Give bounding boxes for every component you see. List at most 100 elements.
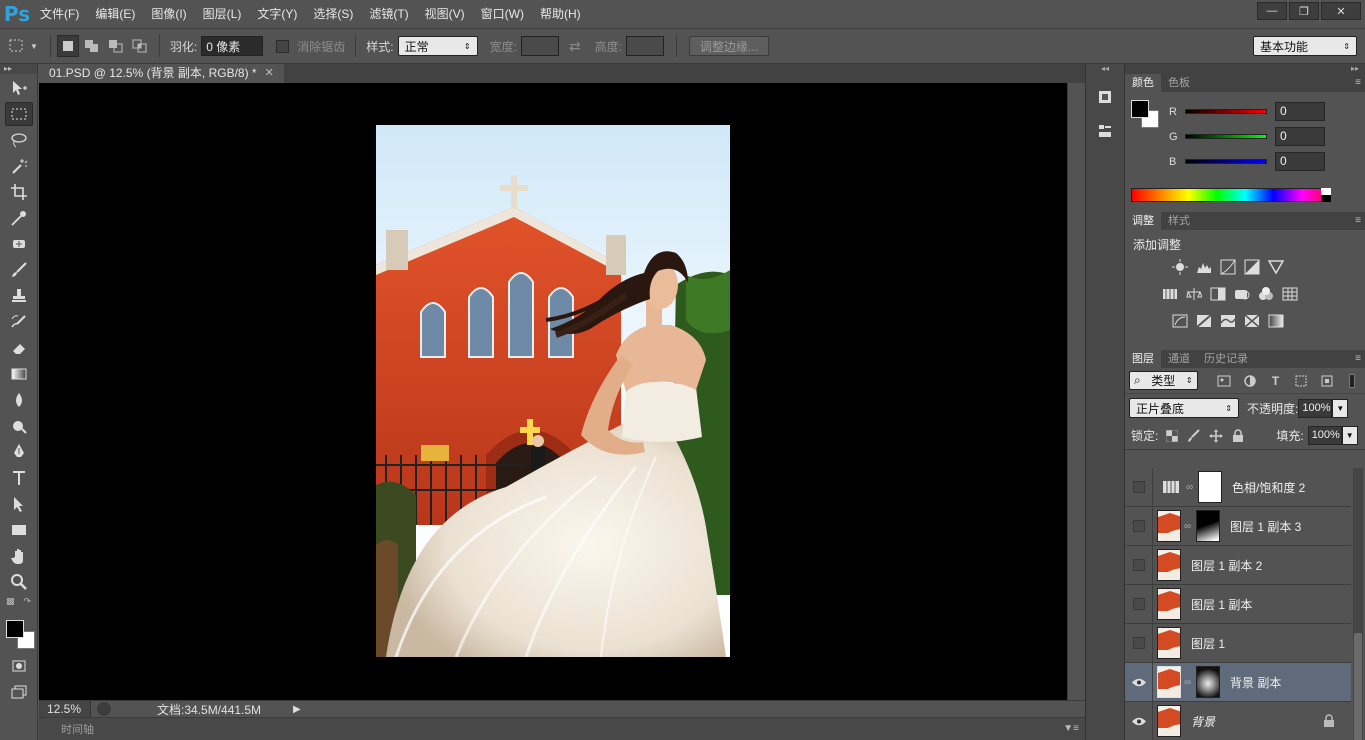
- toolbar-collapse-icon[interactable]: ▸▸: [0, 64, 37, 74]
- canvas-area[interactable]: [39, 83, 1067, 700]
- layer-mask-thumbnail[interactable]: [1198, 471, 1222, 503]
- new-selection-icon[interactable]: [56, 35, 79, 57]
- layer-row[interactable]: 图层 1 副本 2: [1125, 545, 1351, 585]
- exposure-icon[interactable]: [1243, 258, 1261, 276]
- filter-type-icon[interactable]: T: [1267, 372, 1285, 390]
- lasso-tool-icon[interactable]: [5, 128, 33, 152]
- status-menu-arrow-icon[interactable]: ▶: [293, 704, 301, 715]
- brightness-contrast-icon[interactable]: [1171, 258, 1189, 276]
- tab-history[interactable]: 历史记录: [1197, 350, 1255, 368]
- menu-image[interactable]: 图像(I): [145, 0, 192, 28]
- gradient-map-icon[interactable]: [1267, 312, 1285, 330]
- link-icon[interactable]: ∞: [1184, 519, 1192, 533]
- zoom-level[interactable]: 12.5%: [39, 700, 91, 718]
- layer-visibility-toggle[interactable]: [1125, 506, 1153, 546]
- height-input[interactable]: [626, 36, 665, 56]
- layer-filter-select[interactable]: ⌕ 类型 ⇕: [1129, 371, 1198, 390]
- color-balance-icon[interactable]: [1185, 285, 1203, 303]
- tab-styles[interactable]: 样式: [1161, 212, 1197, 230]
- layer-visibility-toggle[interactable]: [1125, 584, 1153, 624]
- antialias-checkbox[interactable]: [276, 39, 290, 53]
- invert-icon[interactable]: [1171, 312, 1189, 330]
- panel-menu-icon[interactable]: ▼≡: [1063, 723, 1079, 734]
- link-icon[interactable]: ∞: [1186, 480, 1194, 494]
- color-spectrum-bar[interactable]: [1131, 188, 1331, 202]
- black-white-swatch[interactable]: [1321, 188, 1331, 202]
- layer-visibility-toggle[interactable]: [1125, 545, 1153, 585]
- rectangle-tool-icon[interactable]: [5, 518, 33, 542]
- swap-colors-icon[interactable]: ↷: [23, 596, 31, 612]
- style-select[interactable]: 正常 ⇕: [397, 36, 478, 56]
- clone-stamp-tool-icon[interactable]: [5, 284, 33, 308]
- layer-row[interactable]: 图层 1: [1125, 623, 1351, 663]
- blue-slider[interactable]: [1185, 159, 1267, 164]
- path-selection-tool-icon[interactable]: [5, 492, 33, 516]
- fill-dropdown-icon[interactable]: ▼: [1341, 426, 1358, 445]
- menu-edit[interactable]: 编辑(E): [89, 0, 141, 28]
- menu-help[interactable]: 帮助(H): [534, 0, 587, 28]
- move-tool-icon[interactable]: [5, 76, 33, 100]
- link-icon[interactable]: ∞: [1184, 675, 1192, 689]
- menu-filter[interactable]: 滤镜(T): [363, 0, 414, 28]
- timeline-tab[interactable]: 时间轴: [61, 721, 94, 737]
- menu-type[interactable]: 文字(Y): [251, 0, 303, 28]
- pen-tool-icon[interactable]: [5, 440, 33, 464]
- color-lookup-icon[interactable]: [1281, 285, 1299, 303]
- 3d-panel-icon[interactable]: [1091, 86, 1119, 108]
- close-button[interactable]: ✕: [1321, 2, 1361, 20]
- swap-dimensions-icon[interactable]: ⇄: [569, 38, 581, 55]
- layer-thumbnail[interactable]: [1157, 588, 1181, 620]
- levels-icon[interactable]: [1195, 258, 1213, 276]
- filter-adjustment-icon[interactable]: [1241, 372, 1259, 390]
- scrollbar-thumb[interactable]: [1354, 633, 1362, 740]
- red-value-input[interactable]: 0: [1275, 102, 1325, 121]
- black-white-icon[interactable]: [1209, 285, 1227, 303]
- tab-color[interactable]: 颜色: [1125, 74, 1161, 92]
- layer-thumbnail[interactable]: [1157, 666, 1181, 698]
- green-slider[interactable]: [1185, 134, 1267, 139]
- opacity-dropdown-icon[interactable]: ▼: [1332, 398, 1349, 418]
- hue-saturation-icon[interactable]: [1161, 285, 1179, 303]
- close-tab-icon[interactable]: ✕: [265, 64, 274, 83]
- layer-row[interactable]: 图层 1 副本: [1125, 584, 1351, 624]
- layer-visibility-toggle[interactable]: [1125, 662, 1153, 702]
- magic-wand-tool-icon[interactable]: [5, 154, 33, 178]
- layer-thumbnail[interactable]: [1157, 510, 1181, 542]
- panel-menu-icon[interactable]: ≡: [1355, 353, 1361, 364]
- lock-all-icon[interactable]: [1230, 428, 1246, 444]
- layer-row-selected[interactable]: ∞ 背景 副本: [1125, 662, 1351, 702]
- vibrance-icon[interactable]: [1267, 258, 1285, 276]
- blur-tool-icon[interactable]: [5, 388, 33, 412]
- green-value-input[interactable]: 0: [1275, 127, 1325, 146]
- workspace-select[interactable]: 基本功能 ⇕: [1253, 36, 1357, 56]
- posterize-icon[interactable]: [1195, 312, 1213, 330]
- opacity-input[interactable]: 100%: [1298, 398, 1333, 418]
- filter-pixel-icon[interactable]: [1216, 372, 1234, 390]
- history-brush-tool-icon[interactable]: [5, 310, 33, 334]
- tab-adjustments[interactable]: 调整: [1125, 212, 1161, 230]
- layer-thumbnail[interactable]: [1157, 705, 1181, 737]
- gradient-tool-icon[interactable]: [5, 362, 33, 386]
- panel-menu-icon[interactable]: ≡: [1355, 77, 1361, 88]
- fill-input[interactable]: 100%: [1307, 426, 1342, 445]
- quick-mask-icon[interactable]: [5, 654, 33, 678]
- layer-thumbnail[interactable]: [1157, 549, 1181, 581]
- panel-menu-icon[interactable]: ≡: [1355, 215, 1361, 226]
- lock-transparent-icon[interactable]: [1164, 428, 1180, 444]
- layer-visibility-toggle[interactable]: [1125, 623, 1153, 663]
- type-tool-icon[interactable]: [5, 466, 33, 490]
- channel-mixer-icon[interactable]: [1257, 285, 1275, 303]
- blend-mode-select[interactable]: 正片叠底 ⇕: [1129, 398, 1239, 418]
- minimize-button[interactable]: —: [1257, 2, 1287, 20]
- threshold-icon[interactable]: [1219, 312, 1237, 330]
- tab-channels[interactable]: 通道: [1161, 350, 1197, 368]
- layer-row[interactable]: ∞ 图层 1 副本 3: [1125, 506, 1351, 546]
- zoom-tool-icon[interactable]: [5, 570, 33, 594]
- eraser-tool-icon[interactable]: [5, 336, 33, 360]
- eyedropper-tool-icon[interactable]: [5, 206, 33, 230]
- marquee-preset-icon[interactable]: [6, 35, 28, 57]
- intersect-selection-icon[interactable]: [129, 35, 151, 57]
- lock-position-icon[interactable]: [1208, 428, 1224, 444]
- status-info-icon[interactable]: [97, 702, 111, 716]
- menu-layer[interactable]: 图层(L): [197, 0, 248, 28]
